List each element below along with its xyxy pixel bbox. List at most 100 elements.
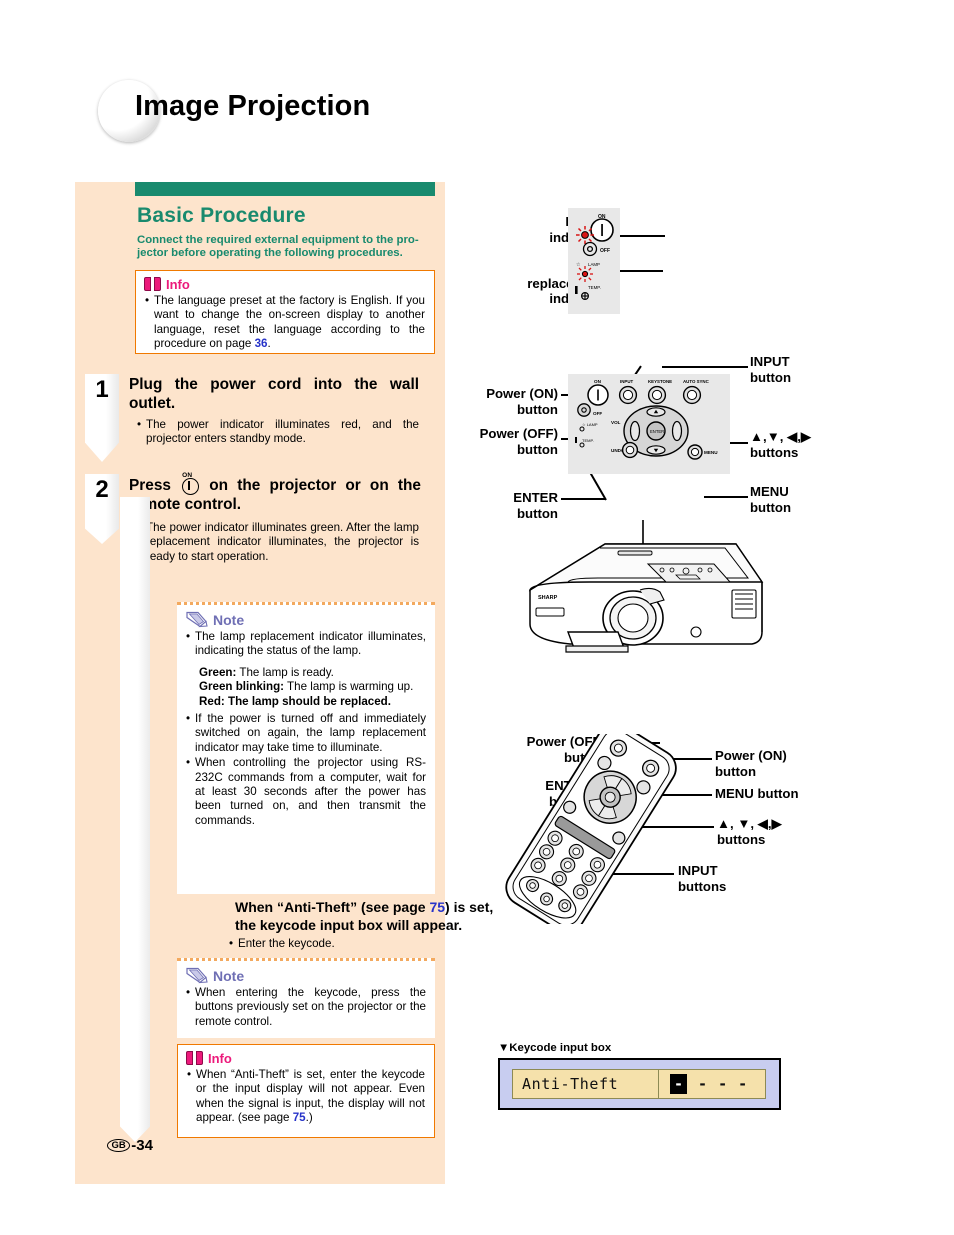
label-enter-button: ENTER button bbox=[513, 490, 558, 521]
svg-text:VOL: VOL bbox=[611, 420, 621, 425]
step-1-bullets: The power indicator illuminates red, and… bbox=[137, 418, 419, 447]
note-box-keycode: Note When entering the keycode, press th… bbox=[177, 958, 435, 1038]
pencil-icon bbox=[186, 611, 208, 628]
note-label: Note bbox=[213, 611, 245, 628]
page-reference[interactable]: 75 bbox=[429, 899, 445, 915]
keycode-inner-frame: Anti-Theft - - - - bbox=[512, 1069, 766, 1099]
power-on-icon: ON bbox=[180, 472, 200, 495]
projector-illustration: SHARP bbox=[500, 520, 790, 690]
indicator-panel-svg: ON OFF LAMP ☆ TEMP. bbox=[575, 214, 614, 300]
label-remote-arrow-buttons: ▲, ▼, ◀,▶ buttons bbox=[717, 816, 782, 847]
list-item: The language preset at the factory is En… bbox=[145, 294, 425, 352]
lamp-status-red: Red: The lamp should be replaced. bbox=[199, 694, 391, 708]
book-icon bbox=[144, 277, 161, 292]
svg-text:ON: ON bbox=[594, 379, 602, 384]
svg-text:TEMP.: TEMP. bbox=[582, 438, 594, 443]
leader-line bbox=[561, 498, 606, 500]
keycode-input-box: Anti-Theft - - - - bbox=[498, 1058, 781, 1110]
list-item: When “Anti-Theft” is set, enter the keyc… bbox=[187, 1068, 425, 1126]
page-number: -34 bbox=[131, 1137, 153, 1154]
keycode-slot-1[interactable]: - bbox=[670, 1074, 688, 1094]
step-1-heading: Plug the power cord into the wall outlet… bbox=[129, 376, 419, 412]
lamp-status-green: Green: The lamp is ready. bbox=[199, 665, 334, 679]
info-box-header: Info bbox=[144, 277, 434, 292]
label-menu-button: MENU button bbox=[750, 484, 792, 515]
note-box-bullets: When entering the keycode, press the but… bbox=[177, 985, 435, 1036]
info-label: Info bbox=[166, 277, 190, 292]
label-arrow-buttons: ▲,▼, ◀,▶ buttons bbox=[750, 429, 812, 460]
list-item: The power indicator illuminates green. A… bbox=[137, 521, 419, 564]
list-item: The power indicator illuminates red, and… bbox=[137, 418, 419, 447]
remote-control-diagram: Power (OFF) button ENTER button Power (O… bbox=[480, 730, 940, 930]
keycode-slot-2[interactable]: - bbox=[698, 1075, 707, 1093]
note-label: Note bbox=[213, 967, 245, 984]
info-box-language: Info The language preset at the factory … bbox=[135, 270, 435, 354]
anti-theft-bullets: Enter the keycode. bbox=[229, 936, 509, 951]
book-icon bbox=[186, 1051, 203, 1066]
keycode-slot-4[interactable]: - bbox=[738, 1075, 747, 1093]
keycode-box-caption: ▼Keycode input box bbox=[498, 1042, 612, 1054]
step-1-number: 1 bbox=[95, 376, 109, 403]
svg-text:INPUT: INPUT bbox=[620, 379, 633, 384]
svg-text:LAMP: LAMP bbox=[588, 262, 600, 267]
lamp-status-green-blinking: Green blinking: The lamp is warming up. bbox=[199, 680, 414, 694]
page-title: Image Projection bbox=[135, 90, 371, 122]
svg-text:OFF: OFF bbox=[600, 248, 610, 254]
info-box-header: Info bbox=[186, 1051, 434, 1066]
label-power-off-button: Power (OFF) button bbox=[479, 426, 558, 457]
leader-line bbox=[704, 496, 748, 498]
svg-text:AUTO SYNC: AUTO SYNC bbox=[683, 379, 710, 384]
procedure-flow-ribbon bbox=[120, 497, 150, 1142]
note-box-bullets: The lamp replacement indicator illuminat… bbox=[177, 630, 435, 666]
page-footer: GB -34 bbox=[107, 1137, 153, 1154]
pencil-icon bbox=[186, 967, 208, 984]
svg-text:☆ LAMP: ☆ LAMP bbox=[582, 422, 598, 427]
svg-text:☆: ☆ bbox=[576, 262, 581, 268]
keycode-field-label: Anti-Theft bbox=[513, 1070, 659, 1098]
section-subheading: Connect the required external equipment … bbox=[137, 234, 419, 260]
note-box-header: Note bbox=[185, 611, 435, 628]
svg-text:SHARP: SHARP bbox=[538, 595, 558, 601]
info-box-bullets: When “Anti-Theft” is set, enter the keyc… bbox=[178, 1068, 434, 1133]
step-2-heading: Press ON on the projector or on the remo… bbox=[129, 472, 421, 514]
label-input-button: INPUT button bbox=[750, 354, 792, 385]
label-remote-power-on-button: Power (ON) button bbox=[715, 748, 787, 779]
svg-text:MENU: MENU bbox=[704, 450, 718, 455]
keycode-slots[interactable]: - - - - bbox=[659, 1070, 765, 1098]
lamp-status-list: Green: The lamp is ready. Green blinking… bbox=[177, 666, 435, 709]
list-item: The lamp replacement indicator illuminat… bbox=[186, 630, 426, 659]
remote-control-svg bbox=[505, 734, 677, 924]
svg-text:TEMP.: TEMP. bbox=[588, 285, 601, 290]
leader-line bbox=[662, 366, 748, 368]
keycode-slot-3[interactable]: - bbox=[718, 1075, 727, 1093]
region-code: GB bbox=[107, 1139, 131, 1152]
indicator-diagram: Power indicator Lamp replacement indicat… bbox=[455, 205, 925, 330]
info-box-anti-theft: Info When “Anti-Theft” is set, enter the… bbox=[177, 1044, 435, 1138]
step-2-heading-pre: Press bbox=[129, 477, 171, 494]
control-panel-svg: ON OFF INPUT KEYSTONE AUTO SYNC ☆ LAMP T… bbox=[575, 379, 718, 460]
note-box-lamp-status: Note The lamp replacement indicator illu… bbox=[177, 602, 435, 894]
section-heading: Basic Procedure bbox=[137, 204, 306, 227]
list-item: Enter the keycode. bbox=[229, 936, 509, 951]
page-reference[interactable]: 75 bbox=[293, 1111, 306, 1124]
svg-text:ENTER: ENTER bbox=[650, 429, 664, 434]
note-box-header: Note bbox=[185, 967, 435, 984]
page-header: Image Projection bbox=[98, 78, 658, 158]
info-box-bullets: The language preset at the factory is En… bbox=[136, 294, 434, 359]
control-panel-diagram: Power (ON) button Power (OFF) button ENT… bbox=[440, 352, 940, 532]
list-item: If the power is turned off and immediate… bbox=[186, 712, 426, 755]
step-2-bullets: The power indicator illuminates green. A… bbox=[137, 521, 419, 564]
anti-theft-heading: When “Anti-Theft” (see page 75) is set, … bbox=[235, 899, 494, 933]
step-1: 1 Plug the power cord into the wall outl… bbox=[85, 374, 441, 470]
section-accent-bar bbox=[135, 182, 435, 196]
page-reference[interactable]: 36 bbox=[255, 337, 268, 350]
label-power-on-button: Power (ON) button bbox=[486, 386, 558, 417]
svg-text:KEYSTONE: KEYSTONE bbox=[648, 379, 672, 384]
list-item: When entering the keycode, press the but… bbox=[186, 985, 426, 1029]
step-2-number: 2 bbox=[95, 476, 109, 503]
svg-text:OFF: OFF bbox=[593, 411, 602, 416]
info-label: Info bbox=[208, 1051, 232, 1066]
label-remote-menu-button: MENU button bbox=[715, 786, 799, 801]
note-box-bullets-after: If the power is turned off and immediate… bbox=[177, 709, 435, 835]
projector-svg: SHARP bbox=[528, 520, 764, 653]
